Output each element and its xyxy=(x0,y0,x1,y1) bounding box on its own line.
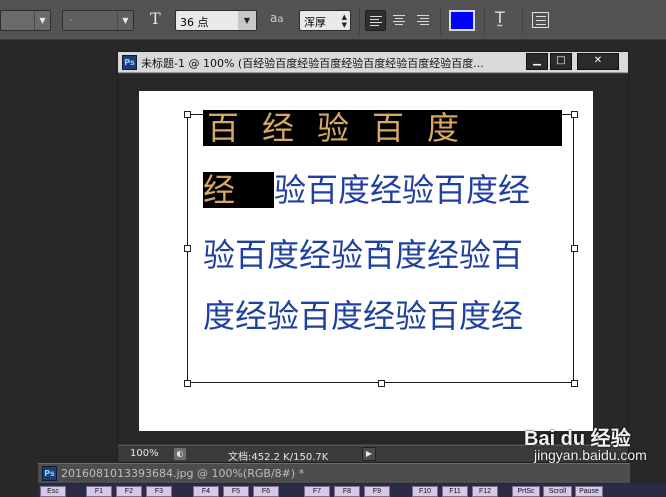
text-run: 度经验百度经验百度经 xyxy=(203,297,524,335)
text-line-2[interactable]: 经验百度经验百度经 xyxy=(203,172,530,208)
key[interactable]: F9 xyxy=(364,486,390,497)
align-center-button[interactable] xyxy=(389,10,410,31)
character-panel-icon[interactable] xyxy=(532,12,549,28)
document-info: 文档:452.2 K/150.7K xyxy=(228,452,329,463)
key[interactable]: F2 xyxy=(116,486,142,497)
chevron-down-icon: ▼ xyxy=(117,11,133,30)
text-color-swatch[interactable] xyxy=(449,10,475,31)
divider xyxy=(440,7,441,34)
text-run: 验百度经验百度经 xyxy=(274,171,531,209)
chevron-down-icon: ▼ xyxy=(34,11,50,30)
align-right-button[interactable] xyxy=(413,10,434,31)
transform-handle[interactable] xyxy=(184,245,191,252)
photoshop-icon: Ps xyxy=(122,55,137,70)
key[interactable]: Scroll xyxy=(543,486,572,497)
selected-text: 经 xyxy=(203,172,274,208)
warp-text-icon[interactable]: T̰ xyxy=(495,8,505,27)
zoom-level[interactable]: 100% xyxy=(130,448,159,459)
divider xyxy=(484,7,485,34)
on-screen-keyboard: Esc F1 F2 F3 F4 F5 F6 F7 F8 F9 F10 F11 F… xyxy=(38,484,666,497)
text-line-3[interactable]: 验百度经验百度经验百 xyxy=(203,237,523,273)
key[interactable]: PrtSc xyxy=(512,486,540,497)
transform-handle[interactable] xyxy=(571,111,578,118)
key[interactable]: F4 xyxy=(193,486,219,497)
transform-handle[interactable] xyxy=(571,380,578,387)
selected-text: 百经验百度 xyxy=(203,110,562,146)
text-bounding-box[interactable]: ✛ 百经验百度 经验百度经验百度经 验百度经验百度经验百 度经验百度经验百度经 xyxy=(184,110,578,387)
font-size-value: 36 点 xyxy=(180,16,209,29)
key[interactable]: F10 xyxy=(412,486,438,497)
close-button[interactable]: ✕ xyxy=(577,53,619,70)
maximize-button[interactable]: □ xyxy=(550,53,572,70)
stepper-arrows-icon: ▲ ▼ xyxy=(341,13,347,29)
watermark-url: jingyan.baidu.com xyxy=(534,447,647,463)
status-menu-arrow-icon[interactable]: ▶ xyxy=(362,447,376,461)
text-line-4[interactable]: 度经验百度经验百度经 xyxy=(203,298,523,334)
font-style-dropdown[interactable]: - ▼ xyxy=(62,10,134,31)
transform-handle[interactable] xyxy=(571,245,578,252)
document-canvas[interactable]: ✛ 百经验百度 经验百度经验百度经 验百度经验百度经验百 度经验百度经验百度经 xyxy=(139,91,593,431)
transform-handle[interactable] xyxy=(378,380,385,387)
key[interactable]: F5 xyxy=(223,486,249,497)
antialias-value: 浑厚 xyxy=(304,16,326,29)
transform-handle[interactable] xyxy=(184,380,191,387)
canvas-area: ✛ 百经验百度 经验百度经验百度经 验百度经验百度经验百 度经验百度经验百度经 xyxy=(118,74,628,444)
key[interactable]: F1 xyxy=(86,486,112,497)
font-style-value: - xyxy=(69,13,73,26)
key[interactable]: Esc xyxy=(40,486,66,497)
key[interactable]: F8 xyxy=(334,486,360,497)
document-title: 未标题-1 @ 100% (百经验百度经验百度经验百度经验百度经验百度... xyxy=(141,57,484,70)
key[interactable]: F7 xyxy=(304,486,330,497)
key[interactable]: F3 xyxy=(146,486,172,497)
document-title-bar[interactable]: Ps 未标题-1 @ 100% (百经验百度经验百度经验百度经验百度经验百度..… xyxy=(118,52,628,73)
font-family-dropdown[interactable]: ▼ xyxy=(0,10,51,31)
text-line-1[interactable]: 百经验百度 xyxy=(203,110,562,146)
antialias-icon: aa xyxy=(270,11,284,25)
divider xyxy=(359,7,360,34)
key[interactable]: F12 xyxy=(472,486,498,497)
key[interactable]: F6 xyxy=(253,486,279,497)
document-window: Ps 未标题-1 @ 100% (百经验百度经验百度经验百度经验百度经验百度..… xyxy=(117,51,629,463)
text-orientation-icon[interactable]: T xyxy=(150,9,161,28)
status-icon[interactable]: ◐ xyxy=(174,448,186,460)
key[interactable]: Pause xyxy=(575,486,603,497)
chevron-down-icon[interactable]: ▼ xyxy=(238,11,256,30)
divider xyxy=(522,7,523,34)
key[interactable]: F11 xyxy=(442,486,468,497)
align-left-button[interactable] xyxy=(365,10,386,31)
antialias-dropdown[interactable]: 浑厚 ▲ ▼ xyxy=(299,10,351,31)
text-run: 验百度经验百度经验百 xyxy=(203,236,524,274)
baidu-jingyan-watermark: Bai du 经验 jingyan.baidu.com xyxy=(520,420,666,470)
transform-handle[interactable] xyxy=(184,111,191,118)
second-document-title: 2016081013393684.jpg @ 100%(RGB/8#) * xyxy=(61,467,305,480)
font-size-field[interactable]: 36 点 ▼ xyxy=(175,10,257,31)
options-bar: ▼ - ▼ T 36 点 ▼ aa 浑厚 ▲ ▼ T̰ xyxy=(0,0,666,40)
photoshop-icon: Ps xyxy=(42,466,57,481)
minimize-button[interactable]: ▁ xyxy=(526,53,548,70)
